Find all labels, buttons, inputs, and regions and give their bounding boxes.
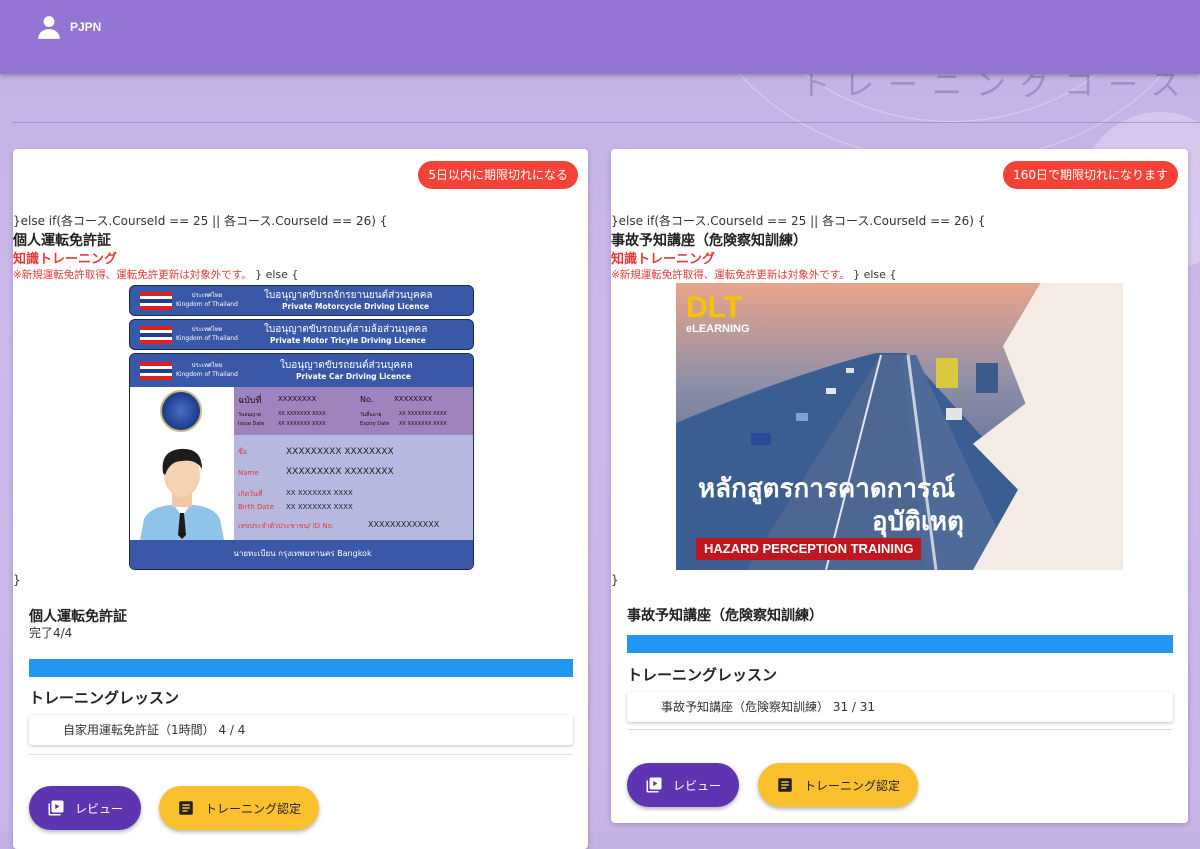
license-footer: นายทะเบียน กรุงเทพมหานคร Bangkok [130, 540, 473, 569]
license-no-en: No. [360, 395, 374, 404]
section-title: 事故予知講座（危険察知訓練） [627, 608, 823, 624]
lesson-item[interactable]: 事故予知講座（危険察知訓練） 31 / 31 [627, 692, 1173, 722]
license-card: ประเทศไทย Kingdom of Thailand ใบอนุญาตขับ… [129, 353, 474, 570]
lessons-title: トレーニングレッスン [29, 689, 180, 707]
title-divider [12, 122, 1200, 123]
code-brace: } [611, 573, 619, 587]
license-en: Private Motorcycle Driving Licence [282, 302, 430, 311]
expiry-en: Expiry Date [360, 421, 390, 427]
expiry-val: XX XXXXXXX XXXX [399, 421, 447, 427]
license-strip: ประเทศไทย Kingdom of Thailand ใบอนุญาตขับ… [129, 285, 474, 316]
license-no-val2: XXXXXXXX [394, 395, 433, 403]
course-card-hazard-perception: 160日で期限切れになります }else if(各コース.CourseId ==… [611, 149, 1188, 823]
seal-area [130, 387, 234, 435]
expiry-badge: 5日以内に期限切れになる [418, 161, 578, 189]
issue-val: XX XXXXXXX XXXX [278, 421, 326, 427]
username: PJPN [70, 20, 102, 34]
birth-th-value: XX XXXXXXX XXXX [286, 489, 353, 497]
license-no-val: XXXXXXXX [278, 395, 317, 403]
expiry-badge: 160日で期限切れになります [1003, 161, 1178, 189]
progress-fill [29, 659, 573, 677]
course-image-hazard: DLT eLEARNING หลักสูตรการคาดการณ์ อุบัติ… [676, 283, 1123, 570]
course-note: ※新規運転免許取得、運転免許更新は対象外です。 } else { [611, 268, 897, 281]
video-library-icon [48, 800, 64, 816]
lesson-item[interactable]: 自家用運転免許証（1時間） 4 / 4 [29, 715, 573, 745]
progress-fill [627, 635, 1173, 653]
section-title: 個人運転免許証 [29, 609, 127, 625]
hazard-banner: HAZARD PERCEPTION TRAINING [696, 538, 922, 560]
course-image-license: ประเทศไทย Kingdom of Thailand ใบอนุญาตขับ… [129, 285, 474, 570]
license-th: ใบอนุญาตขับรถจักรยานยนต์ส่วนบุคคล [264, 290, 433, 301]
hazard-th-line2: อุบัติเหตุ [872, 507, 964, 537]
seal-icon [160, 390, 202, 432]
certificate-button[interactable]: トレーニング認定 [159, 786, 320, 830]
license-head: ประเทศไทย Kingdom of Thailand ใบอนุญาตขับ… [130, 354, 473, 387]
issue-th: วันอนุญาต [238, 412, 261, 418]
thai-flag-icon [140, 362, 172, 380]
user-icon [38, 16, 60, 39]
document-icon [179, 801, 193, 815]
progress-bar [29, 659, 573, 677]
user-menu[interactable]: PJPN [36, 14, 101, 40]
review-button[interactable]: レビュー [29, 786, 142, 830]
issue-en: Issue Date [238, 421, 265, 427]
license-th: ใบอนุญาตขับรถยนต์สามล้อส่วนบุคคล [264, 324, 428, 335]
review-button-label: レビュー [673, 778, 722, 793]
license-country: ประเทศไทย Kingdom of Thailand [176, 326, 238, 342]
license-country: ประเทศไทย Kingdom of Thailand [176, 292, 238, 308]
thai-flag-icon [140, 292, 172, 310]
name-th-value: XXXXXXXXX XXXXXXXX [286, 447, 394, 457]
license-en: Private Motor Tricyle Driving Licence [270, 336, 426, 345]
course-note: ※新規運転免許取得、運転免許更新は対象外です。 } else { [13, 268, 299, 281]
code-text: }else if(各コース.CourseId == 25 || 各コース.Cou… [13, 214, 388, 228]
certificate-button-label: トレーニング認定 [804, 778, 901, 793]
license-photo [130, 435, 234, 540]
app-header: PJPN [0, 0, 1200, 74]
course-title: 個人運転免許証 [13, 233, 111, 249]
license-country: ประเทศไทย Kingdom of Thailand [176, 362, 238, 378]
person-avatar-icon [130, 435, 234, 540]
lessons-title: トレーニングレッスン [627, 666, 778, 684]
dlt-logo-sub: eLEARNING [686, 323, 750, 335]
license-number-area: ฉบับที่ XXXXXXXX No. XXXXXXXX วันอนุญาต … [234, 387, 473, 435]
review-button-label: レビュー [75, 801, 124, 816]
code-brace: } [13, 573, 21, 587]
name-th-label: ชื่อ [238, 448, 247, 456]
completion-text: 完了4/4 [29, 626, 73, 640]
video-library-icon [646, 777, 662, 793]
course-subtitle: 知識トレーニング [611, 252, 716, 267]
birth-en-value: XX XXXXXXX XXXX [286, 503, 353, 511]
license-en: Private Car Driving Licence [296, 372, 411, 381]
id-label: เลขประจำตัวประชาชน/ ID No. [238, 522, 335, 530]
dlt-logo: DLT [686, 291, 743, 324]
code-text: }else if(各コース.CourseId == 25 || 各コース.Cou… [611, 214, 986, 228]
birth-th-label: เกิดวันที่ [238, 490, 263, 498]
name-en-label: Name [238, 469, 259, 477]
license-no-th: ฉบับที่ [238, 396, 262, 406]
document-icon [778, 778, 792, 792]
issue-val: XX XXXXXXX XXXX [278, 411, 326, 417]
expiry-val: XX XXXXXXX XXXX [399, 411, 447, 417]
expiry-th: วันสิ้นอายุ [360, 412, 382, 418]
license-strip: ประเทศไทย Kingdom of Thailand ใบอนุญาตขับ… [129, 319, 474, 350]
certificate-button-label: トレーニング認定 [205, 801, 302, 816]
divider [29, 754, 573, 755]
course-title: 事故予知講座（危険察知訓練） [611, 233, 807, 249]
review-button[interactable]: レビュー [627, 763, 740, 807]
course-card-driving-licence: 5日以内に期限切れになる }else if(各コース.CourseId == 2… [13, 149, 588, 849]
license-info: ชื่อ XXXXXXXXX XXXXXXXX Name XXXXXXXXX X… [234, 435, 473, 540]
license-th: ใบอนุญาตขับรถยนต์ส่วนบุคคล [280, 360, 413, 371]
birth-en-label: Birth Date [238, 503, 274, 511]
course-subtitle: 知識トレーニング [13, 252, 118, 267]
progress-bar [627, 635, 1173, 653]
name-en-value: XXXXXXXXX XXXXXXXX [286, 467, 394, 477]
id-value: XXXXXXXXXXXXX [368, 520, 440, 529]
thai-flag-icon [140, 326, 172, 344]
divider [627, 729, 1173, 730]
certificate-button[interactable]: トレーニング認定 [758, 763, 919, 807]
